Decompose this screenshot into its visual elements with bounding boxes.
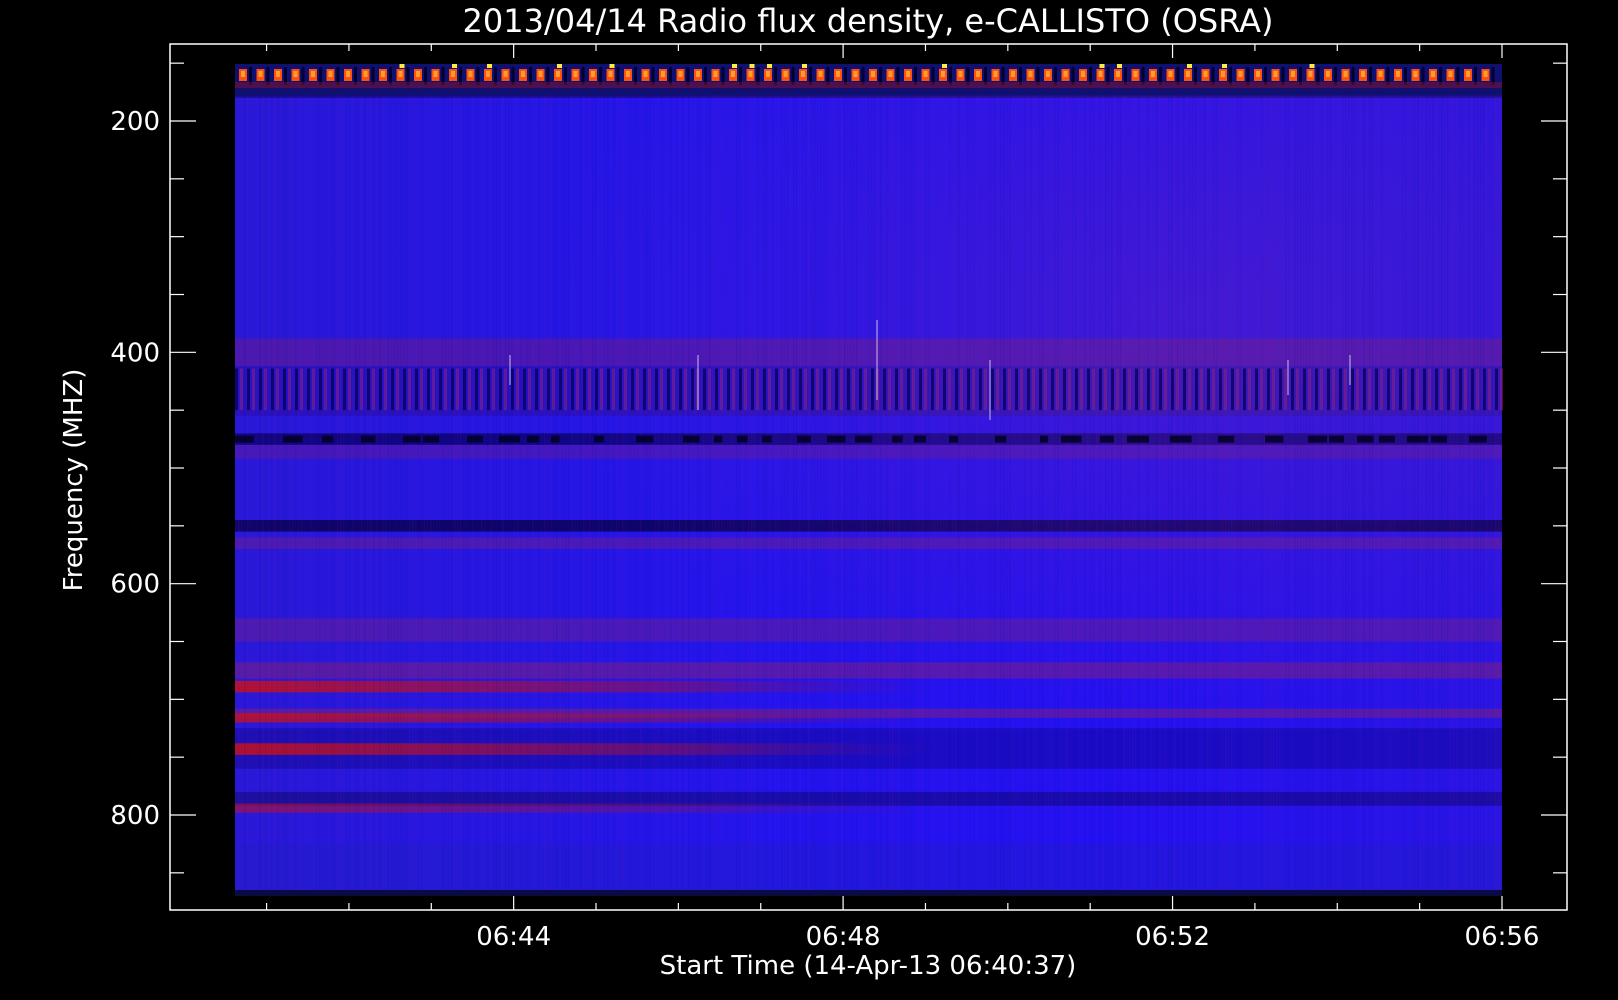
x-tick-label: 06:44	[476, 922, 551, 952]
y-axis-label: Frequency (MHZ)	[59, 369, 89, 592]
x-tick-label: 06:52	[1135, 922, 1210, 952]
y-tick-label: 400	[110, 338, 160, 368]
x-tick-label: 06:56	[1465, 922, 1540, 952]
spectrogram-heatmap	[235, 64, 1503, 896]
x-tick-label: 06:48	[806, 922, 881, 952]
heatmap-texture	[235, 86, 1503, 890]
y-tick-label: 200	[110, 107, 160, 137]
x-axis-label: Start Time (14-Apr-13 06:40:37)	[660, 951, 1077, 981]
plot-area	[169, 43, 1568, 911]
chart-title: 2013/04/14 Radio flux density, e-CALLIST…	[463, 2, 1274, 40]
heatmap-pulses	[235, 64, 1502, 96]
spectrogram-chart: 2013/04/14 Radio flux density, e-CALLIST…	[0, 0, 1618, 1000]
y-tick-label: 800	[110, 801, 160, 831]
y-tick-label: 600	[110, 570, 160, 600]
